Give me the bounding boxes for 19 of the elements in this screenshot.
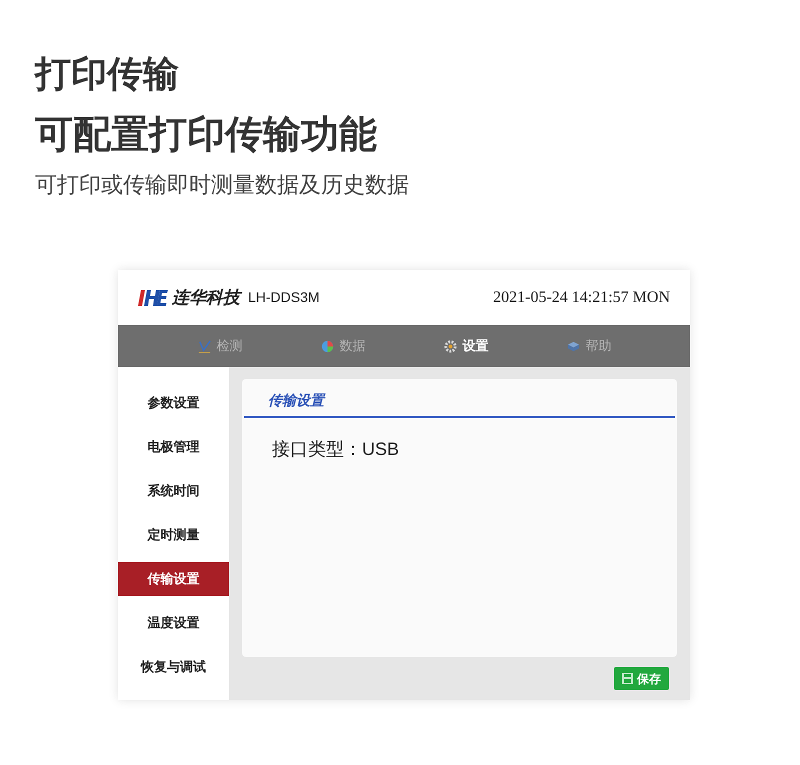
sidebar-item[interactable]: 传输设置 [118, 562, 229, 596]
pie-chart-icon [320, 338, 334, 354]
sidebar-item[interactable]: 系统时间 [118, 469, 229, 513]
headline: 打印传输 [35, 52, 179, 96]
nav-tab[interactable]: 设置 [404, 325, 527, 367]
sidebar-item[interactable]: 电极管理 [118, 425, 229, 469]
date-time: 2021-05-24 14:21:57 MON [493, 288, 670, 308]
sidebar-item[interactable]: 温度设置 [118, 601, 229, 645]
description: 可打印或传输即时测量数据及历史数据 [35, 171, 409, 199]
brand-name: 连华科技 [172, 284, 240, 310]
interface-type: 接口类型：USB [272, 438, 400, 461]
sidebar-item[interactable]: 恢复与调试 [118, 645, 229, 689]
panel-title: 传输设置 [268, 392, 324, 408]
model-name: LH-DDS3M [248, 288, 320, 307]
logo-icon [138, 290, 168, 306]
sidebar-item[interactable]: 参数设置 [118, 381, 229, 425]
gear-icon [442, 338, 458, 354]
subheadline: 可配置打印传输功能 [35, 113, 377, 158]
sidebar-item[interactable]: 定时测量 [118, 513, 229, 557]
